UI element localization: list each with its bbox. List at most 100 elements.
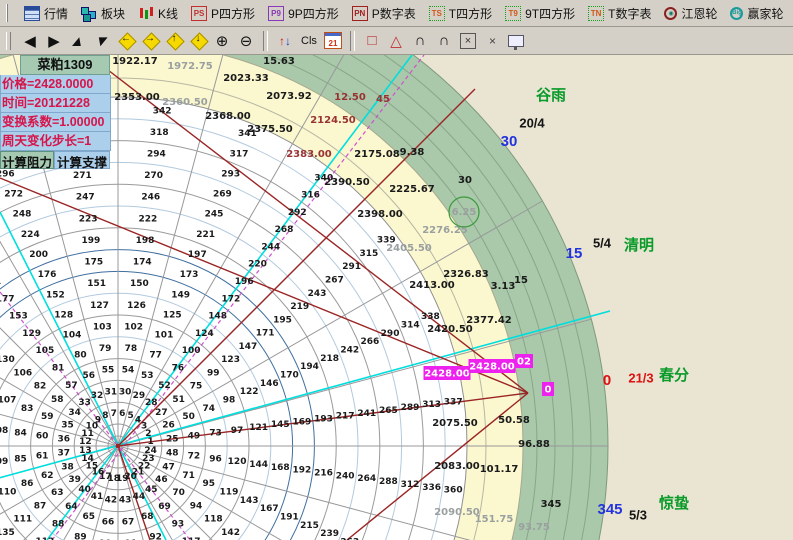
wheel-number: 221 — [196, 230, 215, 240]
price-label-outer: 2073.92 — [266, 91, 312, 102]
cursor-up-button[interactable]: ▲ — [64, 30, 91, 52]
toolbar-item-label: K线 — [158, 5, 178, 22]
solar-term-name: 谷雨 — [536, 87, 566, 104]
zoom-out-button[interactable]: ⊖ — [236, 30, 256, 52]
wheel-number: 135 — [0, 528, 15, 538]
wheel-number: 151 — [87, 279, 106, 289]
pan-down-button[interactable]: ↓ — [188, 30, 208, 52]
wheel-number: 49 — [188, 432, 201, 442]
wheel-number: 95 — [203, 479, 216, 489]
wheel-number: 50 — [182, 412, 195, 422]
toolbar-item-gann-wheel[interactable]: ◉江恩轮 — [662, 2, 719, 24]
toolbar-item-t-number-table[interactable]: TNT数字表 — [586, 2, 653, 24]
wheel-number: 48 — [166, 449, 179, 459]
wheel-number: 54 — [122, 366, 135, 376]
wheel-number: 317 — [230, 149, 249, 159]
wheel-number: 122 — [240, 387, 259, 397]
toolbar-item-label: P数字表 — [372, 5, 416, 22]
wheel-number: 26 — [162, 421, 175, 431]
toolbar-item-quotes[interactable]: 行情 — [22, 2, 70, 24]
toolbar-grip-2[interactable] — [6, 32, 11, 50]
triangle-tool-button[interactable]: △ — [386, 30, 406, 52]
wheel-number: 37 — [58, 449, 71, 459]
degree-label-inner: 12.50 — [334, 92, 366, 103]
solar-term-name: 惊蛰 — [659, 494, 689, 512]
degree-label-outer: 15 — [514, 275, 528, 286]
toolbar-grip[interactable] — [6, 4, 8, 22]
calc-support-button[interactable]: 计算支撑 — [54, 151, 110, 169]
scroll-left-button[interactable]: ◀ — [20, 30, 40, 52]
toolbar-item-9p-square[interactable]: P99P四方形 — [266, 2, 341, 24]
calendar-button[interactable]: 21 — [323, 30, 343, 52]
scale-factor-row: 变换系数=1.00000 — [0, 113, 111, 132]
wheel-number: 104 — [63, 331, 82, 341]
pan-left-button[interactable]: ← — [116, 30, 136, 52]
price-label-inner: 2375.50 — [247, 124, 293, 135]
presentation-button[interactable] — [506, 30, 526, 52]
wheel-number: 193 — [314, 414, 333, 424]
wheel-number: 147 — [238, 342, 257, 352]
wheel-number: 269 — [213, 190, 232, 200]
gann-wheel-icon: ◉ — [664, 7, 677, 20]
wheel-number: 289 — [401, 403, 420, 413]
wheel-number: 44 — [133, 492, 146, 502]
wheel-number: 47 — [162, 462, 175, 472]
wheel-number: 142 — [221, 528, 240, 538]
wheel-number: 130 — [0, 355, 15, 365]
wheel-number: 4 — [135, 415, 141, 425]
wheel-number: 88 — [52, 519, 65, 529]
price-highlight-text: 2428.00 — [424, 369, 470, 380]
toolbar-item-winner-wheel[interactable]: Big赢家轮 — [728, 2, 785, 24]
solar-term-degree: 0 — [603, 372, 611, 389]
arc-tool-2-button[interactable]: ∩ — [434, 30, 454, 52]
wheel-number: 97 — [231, 426, 244, 436]
wheel-number: 46 — [155, 475, 168, 485]
toolbar-item-9t-square[interactable]: T99T四方形 — [503, 2, 577, 24]
arc-tool-1-button[interactable]: ∩ — [410, 30, 430, 52]
center-view-button[interactable]: × — [482, 30, 502, 52]
wheel-number: 216 — [314, 469, 333, 479]
square-tool-button[interactable]: □ — [362, 30, 382, 52]
price-label-inner: 50.58 — [498, 415, 530, 426]
toolbar-item-p-square[interactable]: PSP四方形 — [189, 2, 257, 24]
contract-title: 菜粕1309 — [20, 55, 110, 75]
wheel-number: 314 — [401, 320, 420, 330]
pan-right-button[interactable]: → — [140, 30, 160, 52]
calc-resistance-button[interactable]: 计算阻力 — [0, 151, 54, 169]
gann-wheel-svg[interactable]: 1234567891011121314151617181920212223242… — [0, 55, 793, 540]
wheel-number: 223 — [79, 214, 98, 224]
toolbar-item-p-number-table[interactable]: PNP数字表 — [350, 2, 418, 24]
wheel-number: 5 — [127, 411, 133, 421]
toolbar-item-sectors[interactable]: 板块 — [79, 2, 127, 24]
cls-button[interactable]: Cls — [299, 30, 319, 52]
wheel-number: 199 — [82, 236, 101, 246]
price-label-inner: 101.17 — [480, 464, 519, 475]
toolbar-item-kline[interactable]: K线 — [136, 2, 180, 24]
solar-term-degree: 15 — [566, 245, 583, 262]
wheel-number: 99 — [207, 368, 220, 378]
solar-term-name: 春分 — [659, 366, 689, 384]
wheel-number: 123 — [221, 355, 240, 365]
wheel-number: 194 — [300, 362, 319, 372]
main-toolbar: 行情板块 K线 PSP四方形 P99P四方形 PNP数字表 TST四方形 T99T四方形 TN… — [0, 0, 793, 27]
pan-up-button[interactable]: ↑ — [164, 30, 184, 52]
maximize-box-button[interactable]: × — [458, 30, 478, 52]
wheel-number: 318 — [150, 128, 169, 138]
wheel-number: 167 — [260, 504, 279, 514]
wheel-number: 144 — [249, 460, 268, 470]
scroll-right-button[interactable]: ▶ — [44, 30, 64, 52]
axis-flip-button[interactable]: ↑↓ — [275, 30, 295, 52]
wheel-number: 316 — [301, 191, 320, 201]
toolbar-item-t-square[interactable]: TST四方形 — [427, 2, 494, 24]
wheel-number: 27 — [155, 408, 168, 418]
cursor-down-button[interactable]: ▼ — [88, 30, 115, 52]
wheel-number: 224 — [21, 230, 40, 240]
zoom-in-button[interactable]: ⊕ — [212, 30, 232, 52]
wheel-number: 266 — [361, 337, 380, 347]
wheel-number: 150 — [130, 279, 149, 289]
gann-wheel-chart[interactable]: 1234567891011121314151617181920212223242… — [0, 55, 793, 540]
wheel-number: 98 — [223, 396, 236, 406]
wheel-number: 124 — [195, 329, 214, 339]
wheel-number: 62 — [41, 471, 54, 481]
wheel-number: 293 — [221, 169, 240, 179]
